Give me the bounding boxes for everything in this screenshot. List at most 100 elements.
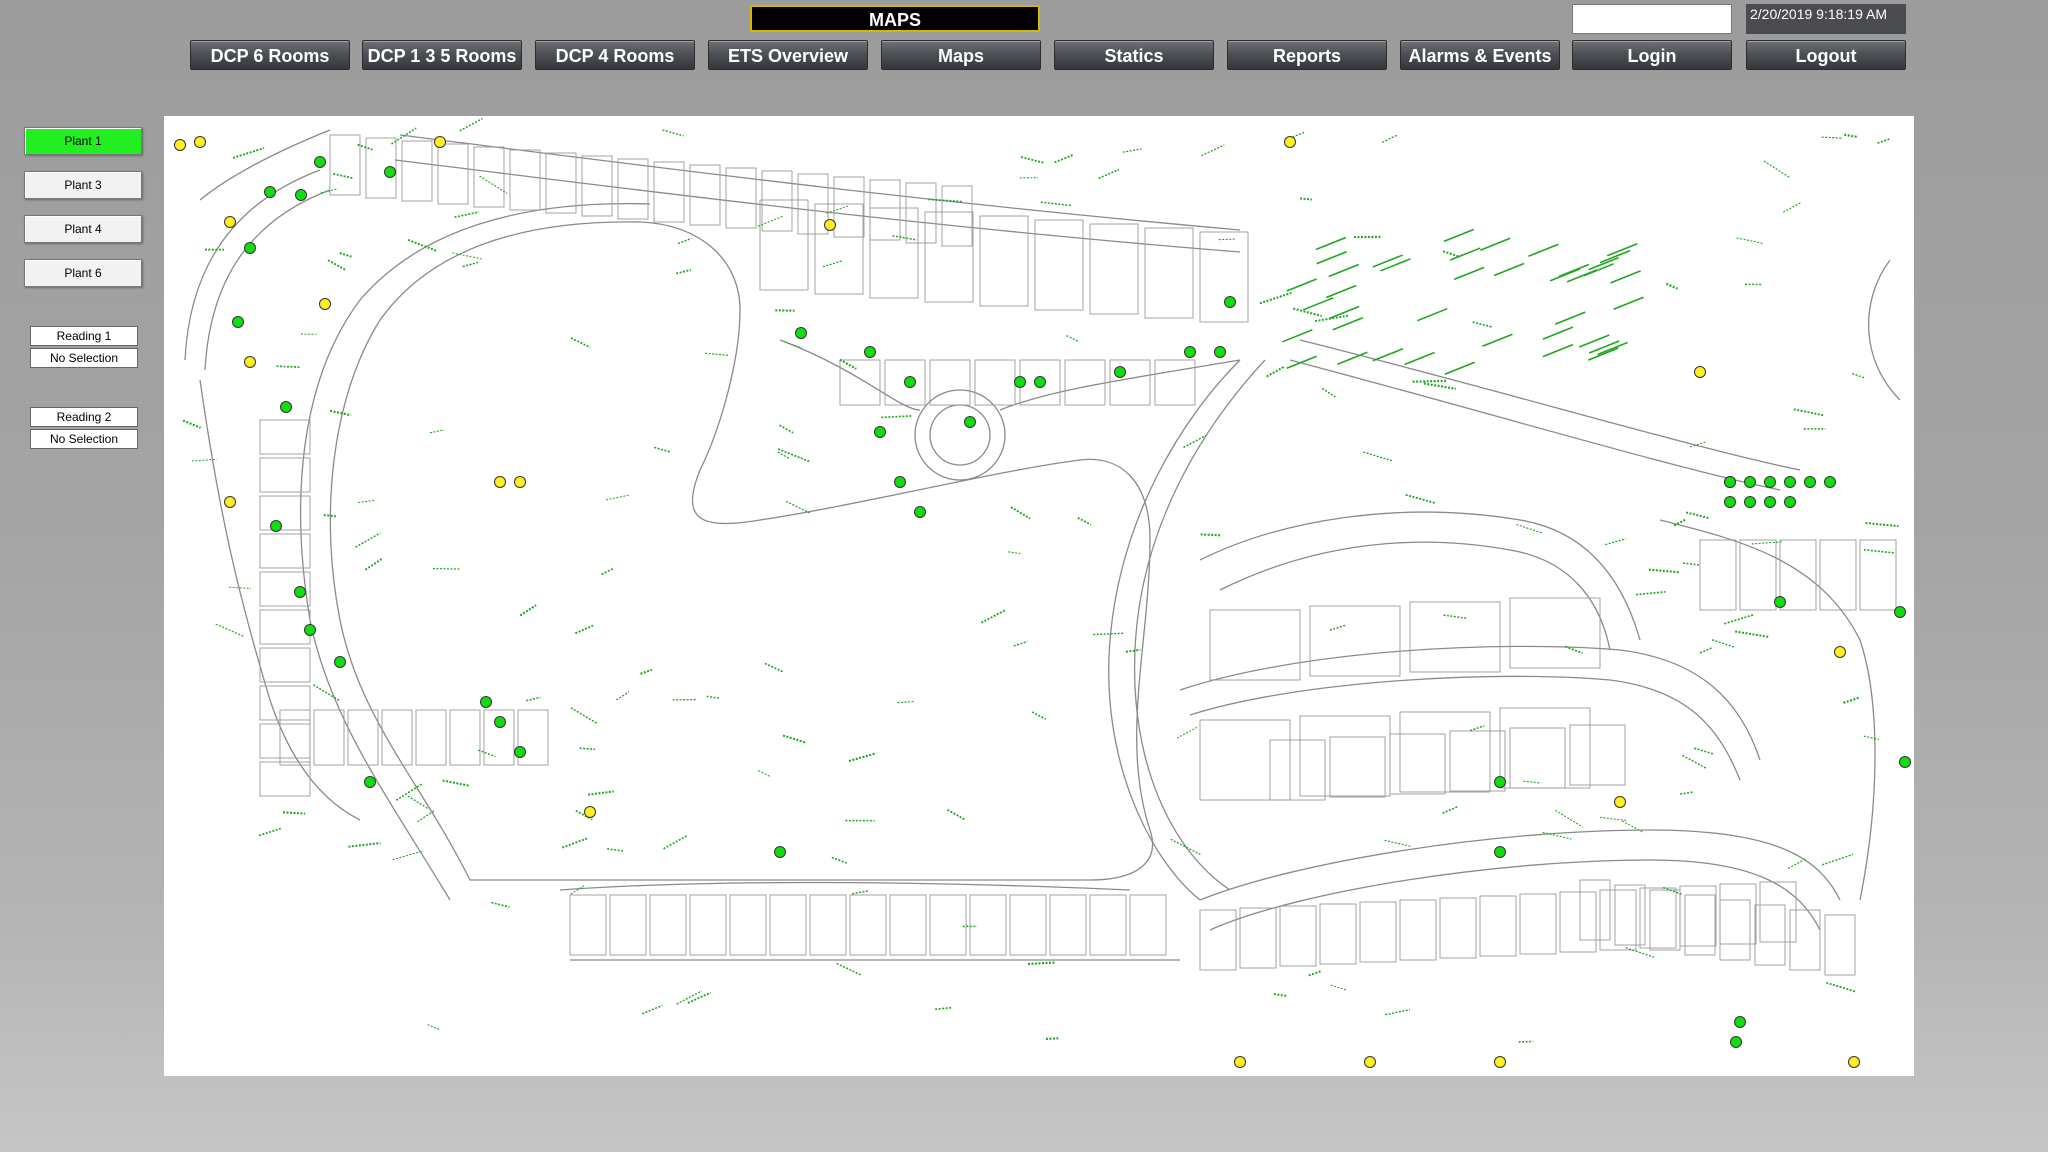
standby-meter-marker[interactable] — [1834, 646, 1846, 658]
active-meter-marker[interactable] — [494, 716, 506, 728]
active-meter-marker[interactable] — [1184, 346, 1196, 358]
active-meter-marker[interactable] — [1730, 1036, 1742, 1048]
nav-ets-overview-button[interactable]: ETS Overview — [708, 40, 868, 70]
active-meter-marker[interactable] — [1114, 366, 1126, 378]
active-meter-marker[interactable] — [894, 476, 906, 488]
standby-meter-marker[interactable] — [1234, 1056, 1246, 1068]
active-meter-marker[interactable] — [364, 776, 376, 788]
plot-label-text — [1330, 984, 1347, 991]
active-meter-marker[interactable] — [1744, 476, 1756, 488]
reading-2-value[interactable]: No Selection — [30, 429, 138, 449]
plot-label-text — [1605, 538, 1627, 546]
plot-boundary — [1699, 539, 1737, 611]
active-meter-marker[interactable] — [795, 327, 807, 339]
active-meter-marker[interactable] — [1774, 596, 1786, 608]
plot-label-text — [1008, 551, 1021, 555]
plot-label-text — [1442, 805, 1459, 815]
active-meter-marker[interactable] — [1214, 346, 1226, 358]
active-meter-marker[interactable] — [1744, 496, 1756, 508]
standby-meter-marker[interactable] — [1364, 1056, 1376, 1068]
nav-alarms-events-button[interactable]: Alarms & Events — [1400, 40, 1560, 70]
plot-label-text — [852, 890, 868, 895]
active-meter-marker[interactable] — [304, 624, 316, 636]
active-meter-marker[interactable] — [964, 416, 976, 428]
standby-meter-marker[interactable] — [514, 476, 526, 488]
logout-button[interactable]: Logout — [1746, 40, 1906, 70]
active-meter-marker[interactable] — [295, 189, 307, 201]
active-meter-marker[interactable] — [1734, 1016, 1746, 1028]
active-meter-marker[interactable] — [774, 846, 786, 858]
plant-4-button[interactable]: Plant 4 — [24, 215, 142, 243]
reading-1-value[interactable]: No Selection — [30, 348, 138, 368]
standby-meter-marker[interactable] — [1614, 796, 1626, 808]
nav-dcp4-rooms-button[interactable]: DCP 4 Rooms — [535, 40, 695, 70]
standby-meter-marker[interactable] — [224, 216, 236, 228]
active-meter-marker[interactable] — [270, 520, 282, 532]
active-meter-marker[interactable] — [1784, 476, 1796, 488]
standby-markers[interactable] — [174, 136, 1860, 1068]
active-meter-marker[interactable] — [1824, 476, 1836, 488]
plot-label-text — [333, 172, 355, 180]
plot-label-text — [339, 252, 352, 258]
nav-statics-button[interactable]: Statics — [1054, 40, 1214, 70]
plot-boundary — [1754, 904, 1786, 966]
standby-meter-marker[interactable] — [584, 806, 596, 818]
active-meter-marker[interactable] — [384, 166, 396, 178]
plant-3-button[interactable]: Plant 3 — [24, 171, 142, 199]
active-meter-marker[interactable] — [1224, 296, 1236, 308]
standby-meter-marker[interactable] — [224, 496, 236, 508]
active-meter-marker[interactable] — [1784, 496, 1796, 508]
standby-meter-marker[interactable] — [1494, 1056, 1506, 1068]
active-meter-marker[interactable] — [914, 506, 926, 518]
standby-meter-marker[interactable] — [434, 136, 446, 148]
active-meter-marker[interactable] — [1724, 476, 1736, 488]
reservation-hatch — [1380, 258, 1411, 272]
active-meter-marker[interactable] — [1014, 376, 1026, 388]
login-button[interactable]: Login — [1572, 40, 1732, 70]
standby-meter-marker[interactable] — [824, 219, 836, 231]
active-meter-marker[interactable] — [1764, 496, 1776, 508]
standby-meter-marker[interactable] — [319, 298, 331, 310]
active-meter-marker[interactable] — [864, 346, 876, 358]
active-meter-marker[interactable] — [1494, 776, 1506, 788]
active-meter-marker[interactable] — [1894, 606, 1906, 618]
active-meter-marker[interactable] — [1724, 496, 1736, 508]
plot-label-text — [1259, 291, 1292, 305]
plot-label-text — [1821, 136, 1843, 139]
active-meter-marker[interactable] — [1764, 476, 1776, 488]
search-input[interactable] — [1572, 4, 1732, 34]
active-meter-marker[interactable] — [1034, 376, 1046, 388]
standby-meter-marker[interactable] — [194, 136, 206, 148]
active-meter-marker[interactable] — [264, 186, 276, 198]
plot-label-text — [1122, 148, 1142, 153]
plant-1-button[interactable]: Plant 1 — [24, 127, 142, 155]
nav-maps-button[interactable]: Maps — [881, 40, 1041, 70]
active-meter-marker[interactable] — [514, 746, 526, 758]
active-meter-marker[interactable] — [1494, 846, 1506, 858]
active-meter-marker[interactable] — [294, 586, 306, 598]
active-meter-marker[interactable] — [1804, 476, 1816, 488]
plot-label-text — [215, 623, 244, 637]
active-markers[interactable] — [232, 156, 1911, 1048]
standby-meter-marker[interactable] — [244, 356, 256, 368]
plot-label-text — [1292, 131, 1305, 138]
active-meter-marker[interactable] — [904, 376, 916, 388]
standby-meter-marker[interactable] — [1284, 136, 1296, 148]
standby-meter-marker[interactable] — [494, 476, 506, 488]
site-map[interactable] — [164, 116, 1914, 1076]
active-meter-marker[interactable] — [334, 656, 346, 668]
active-meter-marker[interactable] — [874, 426, 886, 438]
nav-dcp6-rooms-button[interactable]: DCP 6 Rooms — [190, 40, 350, 70]
active-meter-marker[interactable] — [244, 242, 256, 254]
standby-meter-marker[interactable] — [174, 139, 186, 151]
active-meter-marker[interactable] — [232, 316, 244, 328]
nav-dcp135-rooms-button[interactable]: DCP 1 3 5 Rooms — [362, 40, 522, 70]
active-meter-marker[interactable] — [480, 696, 492, 708]
active-meter-marker[interactable] — [1899, 756, 1911, 768]
nav-reports-button[interactable]: Reports — [1227, 40, 1387, 70]
active-meter-marker[interactable] — [314, 156, 326, 168]
active-meter-marker[interactable] — [280, 401, 292, 413]
plant-6-button[interactable]: Plant 6 — [24, 259, 142, 287]
standby-meter-marker[interactable] — [1848, 1056, 1860, 1068]
standby-meter-marker[interactable] — [1694, 366, 1706, 378]
